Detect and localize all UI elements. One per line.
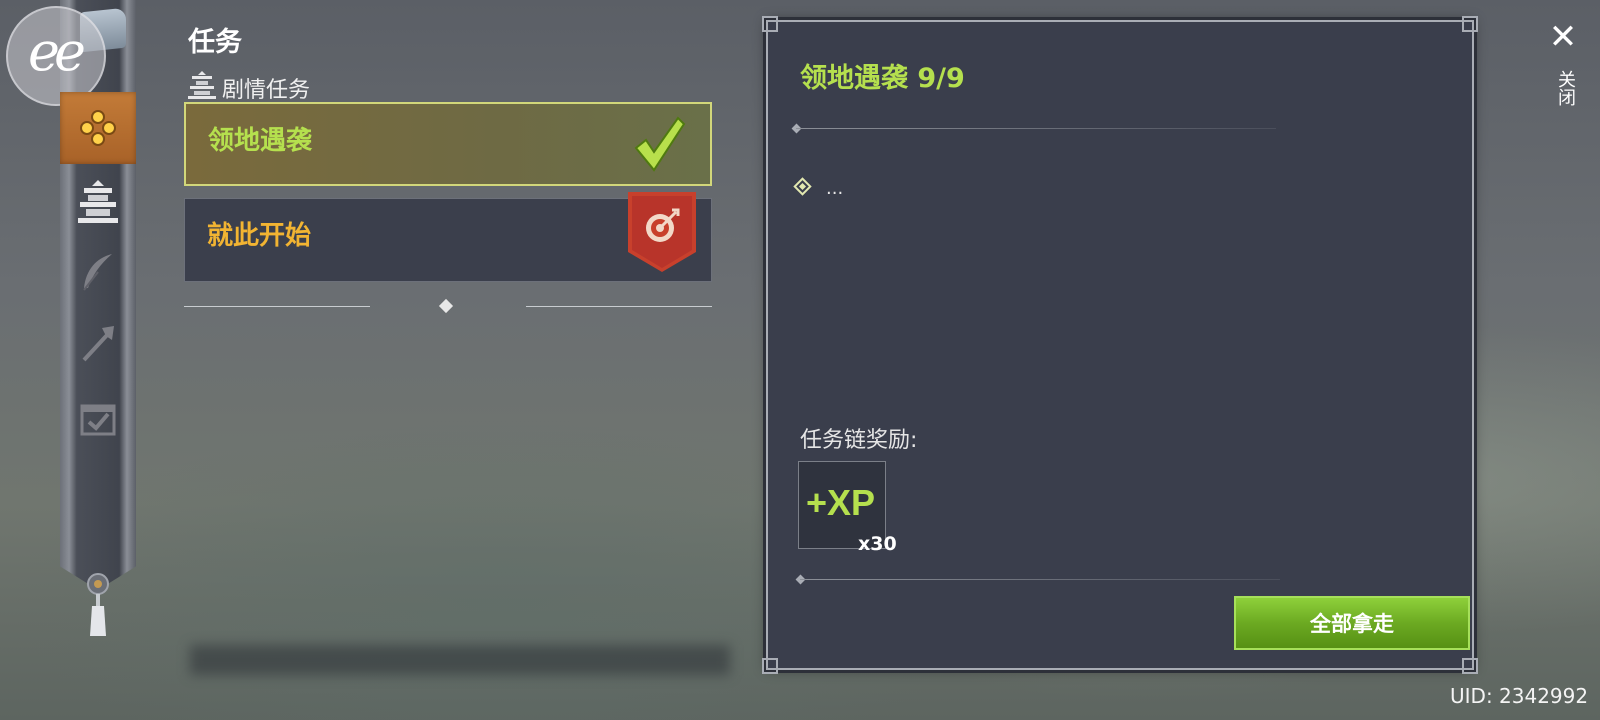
panel-corner (1462, 658, 1478, 674)
divider (800, 579, 1280, 580)
divider (796, 128, 1276, 129)
panel-corner (762, 658, 778, 674)
pagoda-icon (188, 71, 216, 99)
target-flag-icon[interactable] (628, 192, 696, 272)
sidebar-item-daily[interactable] (72, 392, 124, 444)
divider (184, 306, 370, 307)
claim-all-button[interactable]: 全部拿走 (1234, 596, 1470, 650)
axe-icon (82, 326, 114, 362)
uid-label: UID: 2342992 (1450, 684, 1589, 708)
sidebar-item-tools[interactable] (72, 318, 124, 370)
avatar-text: ee (28, 20, 86, 83)
sidebar-item-story[interactable] (72, 176, 124, 228)
check-icon (634, 116, 686, 172)
tassel-ornament (87, 573, 109, 636)
sidebar-item-feather[interactable] (72, 246, 124, 298)
divider-diamond (438, 298, 454, 314)
close-icon[interactable]: ✕ (1546, 20, 1580, 54)
divider (526, 306, 712, 307)
calendar-check-icon (80, 404, 116, 436)
close-label[interactable]: 关闭 (1555, 70, 1578, 106)
panel-shadow (190, 645, 730, 675)
panel-corner (1462, 16, 1478, 32)
page-title: 任务 (188, 27, 242, 58)
reward-label: 任务链奖励: (800, 428, 918, 453)
pagoda-icon (78, 180, 118, 223)
xp-icon: +XP (806, 482, 876, 523)
panel-corner (762, 16, 778, 32)
quest-label: 领地遇袭 (208, 126, 313, 156)
quest-icon (80, 110, 116, 146)
category-label: 剧情任务 (222, 78, 311, 103)
quest-item-completed[interactable]: 领地遇袭 (184, 102, 712, 186)
reward-quantity: x30 (858, 533, 897, 555)
quest-detail-title: 领地遇袭 9/9 (800, 63, 965, 94)
quest-label: 就此开始 (207, 221, 312, 251)
quest-detail-panel (766, 20, 1474, 670)
feather-icon (83, 254, 112, 291)
sidebar-item-quests[interactable] (72, 102, 124, 154)
objective-text: ... (826, 178, 844, 199)
